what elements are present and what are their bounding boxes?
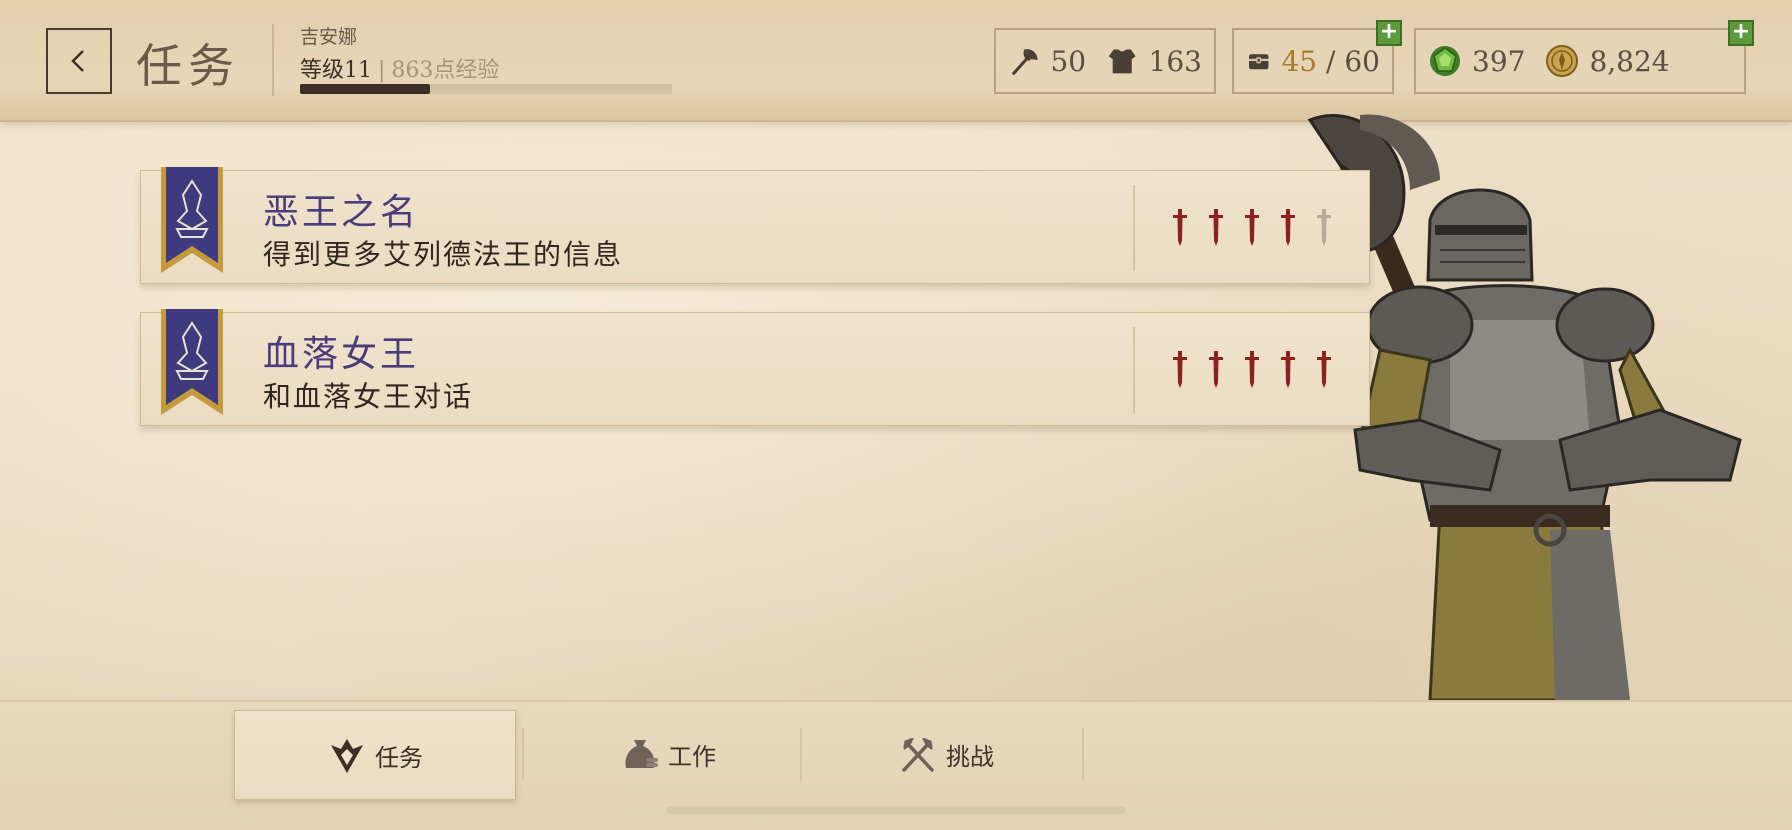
- difficulty-rating: [1171, 209, 1333, 247]
- sword-icon: [1315, 209, 1333, 247]
- inventory-count: 45: [1281, 44, 1318, 78]
- gem-value: 397: [1472, 44, 1526, 78]
- quest-title: 恶王之名: [263, 192, 420, 233]
- quest-icon: [331, 739, 363, 773]
- sword-icon: [1207, 209, 1225, 247]
- page-title: 任务: [136, 39, 240, 93]
- sword-icon: [1279, 351, 1297, 389]
- crossed-axes-icon: [902, 738, 934, 772]
- sword-icon: [1315, 351, 1333, 389]
- top-bar: 任务 吉安娜 等级11 | 863点经验 50 163 45 / 60 + 39…: [0, 0, 1792, 122]
- tab-work[interactable]: 工作: [528, 710, 808, 798]
- attack-value: 50: [1050, 44, 1087, 78]
- chevron-left-icon: [71, 50, 84, 72]
- tab-quests[interactable]: 任务: [234, 710, 516, 800]
- combat-stats-box[interactable]: 50 163: [994, 28, 1216, 94]
- player-name: 吉安娜: [300, 26, 358, 48]
- quest-title: 血落女王: [263, 334, 420, 375]
- quest-card[interactable]: 恶王之名 得到更多艾列德法王的信息: [140, 167, 1370, 284]
- sword-icon: [1279, 209, 1297, 247]
- gem-icon: [1430, 46, 1460, 76]
- tab-divider: [800, 728, 802, 780]
- armor-icon: [1108, 49, 1136, 74]
- tab-divider: [522, 728, 524, 780]
- quest-banner-icon: [161, 167, 223, 273]
- inventory-max: 60: [1344, 44, 1380, 78]
- sword-icon: [1243, 209, 1261, 247]
- quest-description: 和血落女王对话: [263, 380, 474, 413]
- home-indicator[interactable]: [666, 806, 1126, 814]
- level-row: 等级11 | 863点经验: [300, 52, 499, 84]
- tab-label: 任务: [375, 743, 423, 772]
- sword-icon: [1171, 351, 1189, 389]
- quest-divider: [1133, 185, 1135, 271]
- tab-label: 工作: [668, 742, 716, 771]
- knight-illustration: [1307, 114, 1742, 700]
- add-inventory-button[interactable]: +: [1376, 20, 1402, 46]
- tab-label: 挑战: [946, 742, 994, 771]
- gold-coin-icon: [1546, 45, 1579, 77]
- sword-icon: [1207, 351, 1225, 389]
- level-separator: |: [378, 58, 386, 83]
- level-label: 等级11: [300, 58, 372, 83]
- header-divider: [272, 24, 274, 96]
- back-button[interactable]: [46, 28, 112, 94]
- inventory-separator: /: [1326, 44, 1336, 78]
- inventory-box[interactable]: 45 / 60 +: [1232, 20, 1402, 94]
- sword-icon: [1243, 351, 1261, 389]
- quest-divider: [1133, 327, 1135, 413]
- armor-value: 163: [1148, 44, 1202, 78]
- quest-banner-icon: [161, 309, 223, 415]
- xp-progress-fill: [300, 84, 431, 94]
- money-bag-icon: [625, 740, 658, 768]
- chest-icon: [1248, 54, 1269, 70]
- gold-value: 8,824: [1589, 44, 1670, 78]
- tab-divider: [1082, 728, 1084, 780]
- xp-label: 863点经验: [391, 58, 500, 83]
- tab-challenges[interactable]: 挑战: [806, 710, 1086, 798]
- quest-card[interactable]: 血落女王 和血落女王对话: [140, 309, 1370, 426]
- sword-icon: [1171, 209, 1189, 247]
- axe-icon: [1012, 49, 1038, 75]
- add-currency-button[interactable]: +: [1728, 20, 1754, 46]
- difficulty-rating: [1171, 351, 1333, 389]
- currency-box[interactable]: 397 8,824 +: [1414, 20, 1754, 94]
- quest-description: 得到更多艾列德法王的信息: [263, 238, 624, 271]
- xp-progress-bar: [300, 84, 672, 94]
